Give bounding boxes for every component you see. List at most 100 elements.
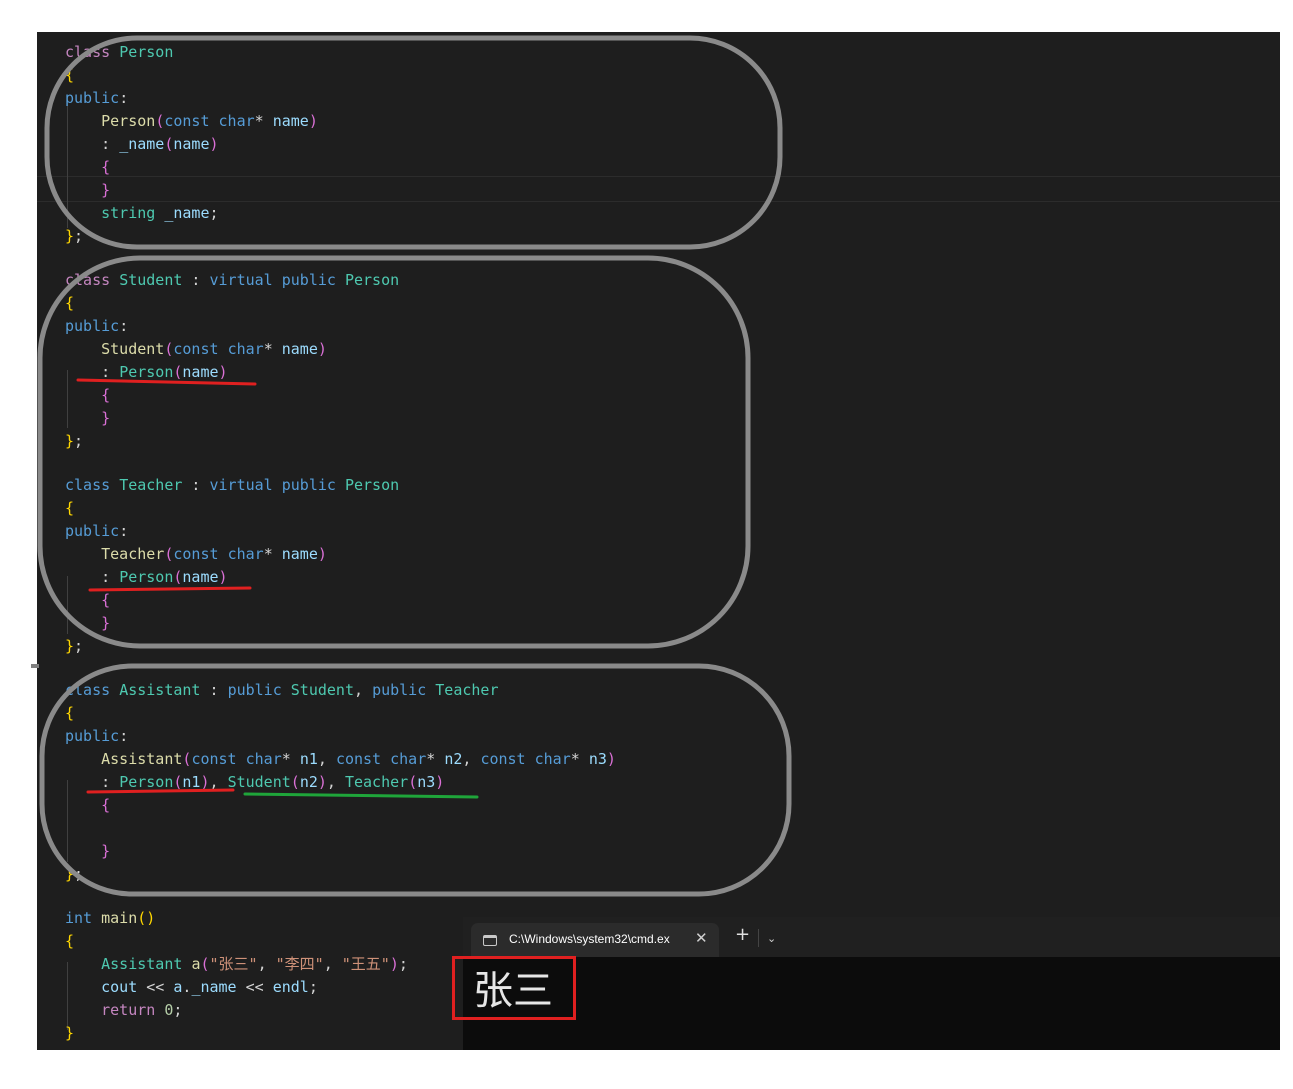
code-token: Person [119, 43, 174, 61]
code-token: ) [200, 773, 210, 791]
code-token: _name [164, 204, 210, 222]
code-line[interactable]: Person(const char* name) [65, 110, 318, 132]
code-token: const [173, 545, 219, 563]
code-line[interactable]: }; [65, 863, 83, 885]
code-line[interactable]: public: [65, 725, 128, 747]
code-token: name [281, 545, 318, 563]
code-token: char [534, 750, 571, 768]
code-token: ) [317, 773, 327, 791]
current-line-highlight [37, 176, 1280, 202]
code-line[interactable]: }; [65, 635, 83, 657]
code-line[interactable]: { [65, 156, 110, 178]
code-token: Student [290, 681, 354, 699]
code-token: ( [408, 773, 418, 791]
code-line[interactable]: string _name; [65, 202, 219, 224]
code-token: : [65, 135, 120, 153]
code-token: char [390, 750, 427, 768]
code-token: { [101, 158, 111, 176]
code-token: public [372, 681, 427, 699]
code-line[interactable]: Student(const char* name) [65, 338, 327, 360]
code-line[interactable]: class Student : virtual public Person [65, 269, 399, 291]
code-token: n3 [417, 773, 436, 791]
close-tab-icon[interactable]: ✕ [695, 929, 708, 947]
code-line[interactable]: : Person(n1), Student(n2), Teacher(n3) [65, 771, 444, 793]
code-line[interactable]: class Assistant : public Student, public… [65, 679, 499, 701]
code-line[interactable]: { [65, 497, 74, 519]
code-line[interactable]: }; [65, 225, 83, 247]
terminal-tab[interactable]: C:\Windows\system32\cmd.ex ✕ [471, 923, 719, 957]
code-line[interactable]: int main() [65, 907, 155, 929]
code-token: "王五" [341, 955, 390, 973]
edge-mark [31, 664, 39, 668]
code-token: Assistant [119, 681, 201, 699]
code-line[interactable]: }; [65, 430, 83, 452]
code-line[interactable]: Teacher(const char* name) [65, 543, 327, 565]
code-line[interactable]: } [65, 407, 110, 429]
code-token: : [65, 773, 120, 791]
code-token: char [218, 112, 255, 130]
code-token: Student [227, 773, 291, 791]
code-token: int [65, 909, 93, 927]
code-token: * [570, 750, 589, 768]
code-line[interactable]: : Person(name) [65, 361, 227, 383]
code-line[interactable]: public: [65, 87, 128, 109]
code-line[interactable]: } [65, 840, 110, 862]
code-token: Assistant [101, 955, 183, 973]
code-token: Person [119, 773, 174, 791]
code-line[interactable]: Assistant(const char* n1, const char* n2… [65, 748, 616, 770]
code-line[interactable]: { [65, 794, 110, 816]
code-token: n1 [182, 773, 201, 791]
code-line[interactable]: public: [65, 520, 128, 542]
code-line[interactable]: Assistant a("张三", "李四", "王五"); [65, 953, 408, 975]
code-line[interactable]: { [65, 64, 74, 86]
code-line[interactable]: : _name(name) [65, 133, 218, 155]
code-line[interactable]: { [65, 930, 74, 952]
code-token: ; [209, 204, 219, 222]
code-line[interactable]: class Person [65, 41, 173, 63]
code-line[interactable]: cout << a._name << endl; [65, 976, 318, 998]
code-editor[interactable]: class Person {public: Person(const char* … [37, 32, 1280, 1050]
terminal-window[interactable]: C:\Windows\system32\cmd.ex ✕ + ⌄ 张三 [463, 917, 1280, 1050]
code-line[interactable]: } [65, 179, 110, 201]
code-line[interactable]: { [65, 589, 110, 611]
code-token: char [227, 545, 264, 563]
code-line[interactable]: return 0; [65, 999, 182, 1021]
code-line[interactable]: { [65, 292, 74, 314]
code-line[interactable]: : Person(name) [65, 566, 227, 588]
code-line[interactable]: public: [65, 315, 128, 337]
code-line[interactable]: } [65, 1022, 74, 1044]
code-token: } [65, 637, 75, 655]
chevron-down-icon[interactable]: ⌄ [767, 933, 776, 944]
code-token: public [227, 681, 282, 699]
code-token: : [65, 363, 120, 381]
code-token: : [182, 476, 210, 494]
code-token: : [119, 727, 129, 745]
code-token: "李四" [275, 955, 324, 973]
code-token: _name [191, 978, 237, 996]
code-token: public [65, 89, 120, 107]
code-token: public [281, 271, 336, 289]
code-line[interactable]: } [65, 612, 110, 634]
code-token: class [65, 271, 111, 289]
code-token: : [65, 568, 120, 586]
code-line[interactable]: class Teacher : virtual public Person [65, 474, 399, 496]
output-highlight-box [452, 956, 576, 1020]
code-line[interactable]: { [65, 702, 74, 724]
code-token: } [101, 181, 111, 199]
code-token: << [137, 978, 174, 996]
code-line[interactable]: { [65, 384, 110, 406]
new-tab-button[interactable]: + [735, 926, 750, 944]
code-token: name [281, 340, 318, 358]
code-token: { [65, 66, 75, 84]
code-token: ; [74, 865, 84, 883]
code-token: ; [173, 1001, 183, 1019]
